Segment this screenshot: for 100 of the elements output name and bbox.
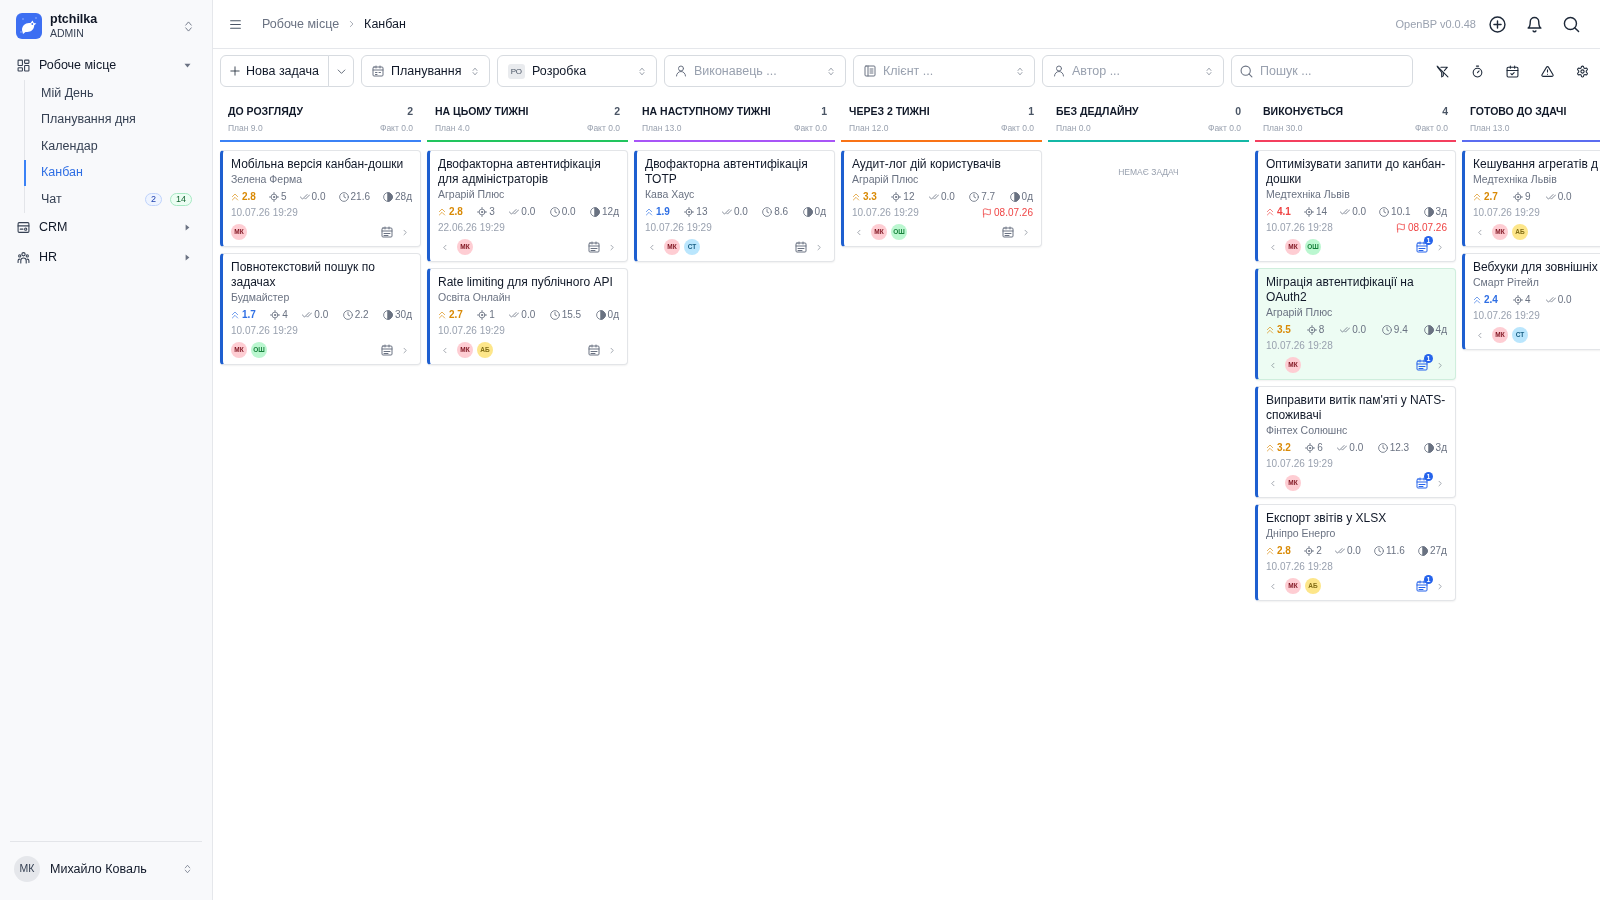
chevron-left-icon[interactable] [856,227,862,237]
nav-item[interactable]: Мій День [24,80,198,107]
stopwatch-icon[interactable] [1471,64,1484,78]
chevron-left-icon[interactable] [1270,581,1276,591]
calendar-icon[interactable] [588,241,600,253]
client-name: Аграрій Плюс [1266,306,1334,319]
double-check-icon [1545,191,1556,202]
double-check-icon [1340,324,1351,335]
metric-value: 0.0 [1557,190,1572,203]
half-circle-icon [590,206,601,217]
breadcrumb-link[interactable]: Робоче місце [262,14,340,34]
priority-value: 3.2 [1277,441,1291,454]
calendar-icon[interactable] [1416,241,1428,253]
chevron-right-icon[interactable] [1437,360,1443,370]
chevron-up-down-icon [1205,65,1213,77]
client-name: Медтехніка Львів [1473,173,1558,186]
client-name: Аграрій Плюс [852,173,920,186]
half-circle-icon [1418,545,1428,556]
caret-right-icon[interactable] [183,223,192,232]
chevron-left-icon[interactable] [1270,478,1276,488]
fact-total: Факт 0.0 [1000,123,1034,134]
metric-value: 0.0 [1352,205,1367,218]
chevron-left-icon[interactable] [649,242,655,252]
chevron-right-icon[interactable] [402,345,408,355]
column-count: 1 [821,104,827,118]
calendar-icon[interactable] [795,241,807,253]
chevron-right-icon[interactable] [1437,478,1443,488]
calendar-icon[interactable] [1416,359,1428,371]
nav-item[interactable]: Канбан [24,159,198,186]
crosshair-icon [891,191,902,202]
deadline-date: 08.07.26 [1408,221,1447,234]
calendar-icon[interactable] [1416,580,1428,592]
chevron-right-icon[interactable] [609,345,615,355]
chevron-right-icon[interactable] [402,227,408,237]
chevron-left-icon[interactable] [1477,330,1483,340]
calendar-icon[interactable] [1416,477,1428,489]
nav-item[interactable]: Чат 2 14 [24,186,198,213]
task-title: Вебхуки для зовнішніх [1473,260,1599,275]
half-circle-icon [1009,191,1020,202]
chevron-left-icon[interactable] [1477,227,1483,237]
client-name: Аграрій Плюс [438,188,506,201]
fact-total: Факт 0.0 [1414,123,1448,134]
double-chevron-up-icon [645,207,653,216]
calendar-icon[interactable] [381,226,393,238]
chevron-left-icon[interactable] [1270,360,1276,370]
nav-item[interactable]: Робоче місце [17,55,117,75]
double-chevron-up-icon [1266,207,1274,216]
metric-value: 0.0 [1349,441,1364,454]
client-name: Медтехніка Львів [1266,188,1351,201]
calendar-icon[interactable] [1002,226,1014,238]
chevron-left-icon[interactable] [442,242,448,252]
double-chevron-up-icon [231,310,239,319]
metric-value: 1 [489,308,495,321]
calendar-check-icon[interactable] [1506,64,1519,78]
plan-total: План 9.0 [228,123,263,134]
task-title: Двофакторна автентифікація для адміністраторів [438,157,602,187]
calendar-icon[interactable] [588,344,600,356]
plus-circle-icon[interactable] [1489,15,1506,33]
chevron-right-icon[interactable] [609,242,615,252]
column-count: 4 [1442,104,1448,118]
filter-select[interactable]: РО Розробка [496,55,657,87]
search-field[interactable]: Пошук ... [1231,55,1413,87]
double-check-icon [509,206,520,217]
chevron-right-icon[interactable] [1437,581,1443,591]
filter-select[interactable]: Планування [361,55,490,87]
chevron-right-icon[interactable] [1437,242,1443,252]
chevron-left-icon[interactable] [442,345,448,355]
double-chevron-up-icon [1266,325,1274,334]
metric-value: 0.0 [561,205,576,218]
warning-icon[interactable] [1541,64,1554,78]
nav-item[interactable]: Календар [24,133,198,160]
column-count: 0 [1235,104,1241,118]
double-chevron-up-icon [438,310,446,319]
metric-value: 10.1 [1391,205,1411,218]
nav-item[interactable]: Планування дня [24,106,198,133]
caret-right-icon[interactable] [183,253,192,262]
chevron-right-icon[interactable] [1023,227,1029,237]
priority-value: 3.5 [1277,323,1291,336]
metric-value: 0д [814,205,826,218]
nav-item[interactable]: HR [17,248,58,267]
chevron-right-icon[interactable] [816,242,822,252]
chevron-left-icon[interactable] [1270,242,1276,252]
priority-value: 2.8 [242,190,256,203]
half-circle-icon [802,206,813,217]
bell-icon[interactable] [1526,15,1543,33]
menu-icon[interactable] [228,17,243,31]
new-task-button[interactable]: Нова задача [220,55,329,87]
calendar-icon[interactable] [381,344,393,356]
task-date: 10.07.26 19:29 [1473,309,1540,322]
crosshair-icon [477,309,488,320]
nav-item[interactable]: CRM [17,218,68,237]
client-name: Зелена Ферма [231,173,304,186]
filter-off-icon[interactable] [1436,64,1449,78]
settings-icon[interactable] [1576,64,1589,78]
chevron-up-down-icon[interactable] [183,18,194,34]
crosshair-icon [1306,324,1317,335]
clock-icon [1377,442,1388,453]
dropdown-toggle-button[interactable] [328,55,354,87]
search-icon[interactable] [1563,15,1580,33]
chevron-up-down-icon[interactable] [183,863,192,875]
